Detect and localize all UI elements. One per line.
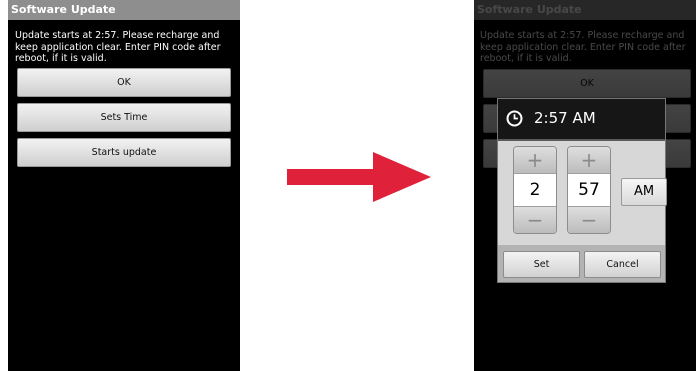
plus-icon: +: [526, 148, 544, 172]
minus-icon: −: [526, 208, 544, 232]
ampm-toggle-button[interactable]: AM: [621, 178, 667, 206]
arrow-head: [373, 152, 431, 202]
hour-value[interactable]: 2: [514, 173, 556, 207]
hour-decrement-button[interactable]: −: [514, 206, 556, 233]
hour-increment-button[interactable]: +: [514, 147, 556, 174]
app-title: Software Update: [474, 0, 696, 20]
dialog-title: 2:57 AM: [534, 109, 596, 127]
minute-decrement-button[interactable]: −: [568, 206, 610, 233]
minute-picker[interactable]: + 57 −: [567, 146, 611, 234]
time-picker-dialog: 2:57 AM + 2 − + 57 − AM Set Cancel: [497, 98, 667, 283]
update-message: Update starts at 2:57. Please recharge a…: [15, 30, 221, 64]
set-button[interactable]: Set: [503, 251, 580, 278]
dialog-footer: Set Cancel: [498, 245, 665, 282]
arrow-shaft: [287, 169, 375, 185]
hour-picker[interactable]: + 2 −: [513, 146, 557, 234]
cancel-button[interactable]: Cancel: [584, 251, 661, 278]
plus-icon: +: [580, 148, 598, 172]
dialog-header: 2:57 AM: [498, 99, 665, 141]
minute-value[interactable]: 57: [568, 173, 610, 207]
sets-time-button[interactable]: Sets Time: [17, 103, 231, 132]
update-message: Update starts at 2:57. Please recharge a…: [480, 30, 686, 64]
app-title: Software Update: [8, 0, 240, 20]
ok-button[interactable]: OK: [17, 68, 231, 97]
minute-increment-button[interactable]: +: [568, 147, 610, 174]
ok-button: OK: [483, 69, 691, 98]
clock-icon: [506, 110, 523, 127]
screen-before: Software Update Update starts at 2:57. P…: [8, 0, 240, 371]
starts-update-button[interactable]: Starts update: [17, 138, 231, 167]
minus-icon: −: [580, 208, 598, 232]
